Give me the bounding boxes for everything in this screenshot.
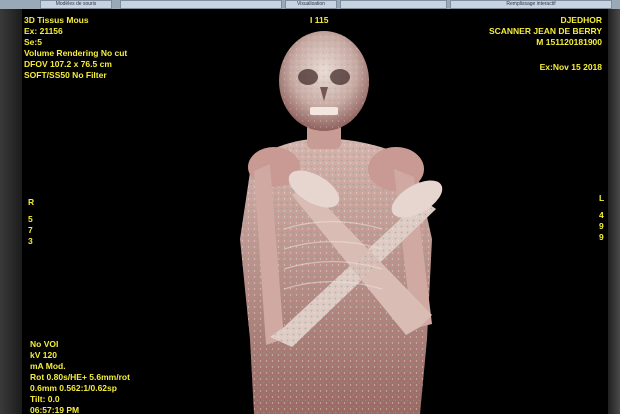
orientation-letter: R xyxy=(28,197,35,207)
viewer-toolbar: Modèles de souris Visualisation Rempliss… xyxy=(0,0,620,9)
left-orientation-marker: R 5 7 3 xyxy=(28,197,34,247)
orientation-digit: 3 xyxy=(28,236,33,246)
acq-time: 06:57:19 PM xyxy=(30,405,80,414)
series-info-line: 3D Tissus Mous xyxy=(24,15,89,25)
monitor-bezel-right xyxy=(606,0,620,414)
series-info-line: Se:5 xyxy=(24,37,42,47)
image-number: I 115 xyxy=(310,15,329,25)
series-info: 3D Tissus Mous Ex: 21156 Se:5 Volume Ren… xyxy=(24,15,127,81)
patient-name: DJEDHOR xyxy=(560,15,602,25)
institution: SCANNER JEAN DE BERRY xyxy=(488,26,602,36)
acq-line: kV 120 xyxy=(30,350,57,360)
toolbar-tab-5[interactable]: Remplissage interactif xyxy=(450,0,612,9)
volume-render-viewport[interactable]: 3D Tissus Mous Ex: 21156 Se:5 Volume Ren… xyxy=(22,9,608,414)
acq-line: mA Mod. xyxy=(30,361,66,371)
right-orientation-marker: L 4 9 9 xyxy=(599,193,604,243)
patient-id: M 151120181900 xyxy=(536,37,602,47)
monitor-bezel-left xyxy=(0,0,22,414)
series-info-line: SOFT/SS50 No Filter xyxy=(24,70,107,80)
exam-date: Ex:Nov 15 2018 xyxy=(539,62,602,72)
toolbar-tab-3[interactable]: Visualisation xyxy=(285,0,337,9)
orientation-digit: 5 xyxy=(28,214,33,224)
orientation-digit: 4 xyxy=(599,210,604,220)
toolbar-tab-1[interactable]: Modèles de souris xyxy=(40,0,112,9)
series-info-line: DFOV 107.2 x 76.5 cm xyxy=(24,59,112,69)
orientation-letter: L xyxy=(599,193,605,203)
orientation-digit: 7 xyxy=(28,225,33,235)
acq-line: 0.6mm 0.562:1/0.62sp xyxy=(30,383,117,393)
acq-line: Tilt: 0.0 xyxy=(30,394,60,404)
toolbar-tab-4[interactable] xyxy=(340,0,447,9)
toolbar-tab-2[interactable] xyxy=(120,0,282,9)
acquisition-params: No VOI kV 120 mA Mod. Rot 0.80s/HE+ 5.6m… xyxy=(30,339,130,414)
series-info-line: Ex: 21156 xyxy=(24,26,63,36)
series-info-line: Volume Rendering No cut xyxy=(24,48,128,58)
orientation-digit: 9 xyxy=(599,232,604,242)
patient-info: DJEDHOR SCANNER JEAN DE BERRY M 15112018… xyxy=(489,15,602,48)
acq-line: Rot 0.80s/HE+ 5.6mm/rot xyxy=(30,372,130,382)
monitor-frame: Modèles de souris Visualisation Rempliss… xyxy=(0,0,620,414)
orientation-digit: 9 xyxy=(599,221,604,231)
acq-line: No VOI xyxy=(30,339,59,349)
